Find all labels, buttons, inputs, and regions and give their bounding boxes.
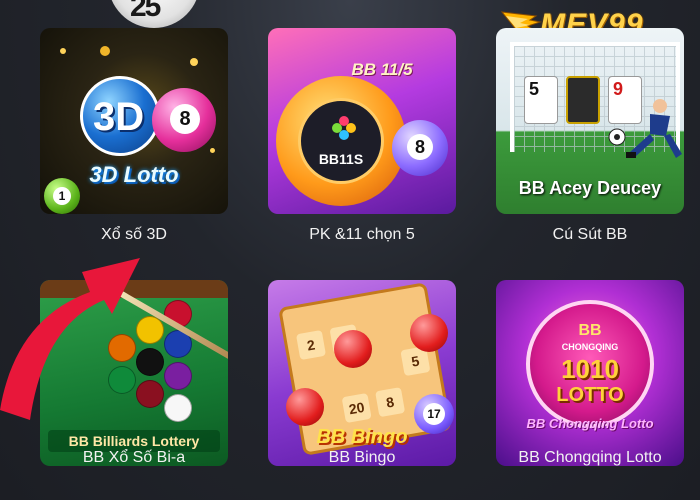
- lottery-ball-number: 25: [130, 0, 161, 23]
- red-star-ball: [286, 388, 324, 426]
- chongqing-badge: BB CHONGQING 1010 LOTTO: [526, 300, 654, 428]
- badge-bb-text: BB: [578, 322, 602, 339]
- red-star-ball: [334, 330, 372, 368]
- cue-ball: [164, 394, 192, 422]
- billiard-ball: [164, 362, 192, 390]
- tile-banner-text: 3D Lotto: [89, 162, 179, 187]
- sparkle-icon: [210, 148, 215, 153]
- tile-banner-text: BB Chongqing Lotto: [526, 416, 654, 431]
- soccer-player-icon: [626, 99, 682, 158]
- playing-card: 5: [524, 76, 558, 124]
- badge-lotto-text: LOTTO: [556, 384, 624, 406]
- tile-banner-text: BB 11/5: [351, 60, 413, 79]
- sparkle-icon: [60, 48, 66, 54]
- game-tile-chongqing-lotto[interactable]: BB CHONGQING 1010 LOTTO BB Chongqing Lot…: [496, 280, 684, 466]
- coin-icon: [100, 46, 110, 56]
- ball-number: 8: [170, 104, 200, 134]
- ball-number: 17: [423, 403, 445, 425]
- badge-city-text: CHONGQING: [561, 342, 619, 352]
- 3d-ball-image: 3D: [80, 76, 160, 156]
- game-label-chongqing-lotto[interactable]: BB Chongqing Lotto: [475, 449, 700, 467]
- game-tile-pk-11-5[interactable]: BB 11/5 BB11S 8: [268, 28, 456, 214]
- bingo-cell: 20: [341, 392, 372, 424]
- curved-arrow-icon: [0, 258, 140, 420]
- red-star-ball: [410, 314, 448, 352]
- ball-number: 8: [407, 134, 433, 160]
- sparkle-icon: [190, 58, 198, 66]
- orange-ball-image: BB11S: [276, 76, 406, 206]
- game-label-acey-deucey[interactable]: Cú Sút BB: [475, 226, 700, 244]
- pinwheel-icon: [332, 116, 356, 140]
- soccer-ball-icon: [608, 128, 626, 146]
- bingo-cell: 8: [375, 387, 406, 418]
- bingo-cell: 2: [295, 329, 327, 361]
- tile-banner-text: BB Acey Deucey: [518, 178, 662, 198]
- 3d-ball-text: 3D: [93, 95, 145, 139]
- ball-logo: BB11S: [298, 98, 384, 184]
- ball-logo-text: BB11S: [318, 151, 364, 167]
- ball-number: 1: [53, 187, 71, 205]
- card-value: 5: [529, 79, 540, 99]
- playing-card-back: [566, 76, 600, 124]
- game-tile-3d-lotto[interactable]: 3D 8 1 3D Lotto: [40, 28, 228, 214]
- game-tile-acey-deucey[interactable]: 5 9 BB Acey Deucey: [496, 28, 684, 214]
- lottery-ball-image: 25: [108, 0, 200, 28]
- game-label-pk-11-5[interactable]: PK &11 chọn 5: [247, 226, 477, 244]
- pink-ball-image: 8: [152, 88, 216, 152]
- purple-ball-image: 8: [392, 120, 448, 176]
- tile-banner-text: BB Bingo: [316, 426, 408, 448]
- game-lobby: 25 MEV99 3D 8 1 3D Lotto Xổ số 3D BB 11/…: [0, 0, 700, 500]
- game-label-bingo[interactable]: BB Bingo: [247, 449, 477, 467]
- game-tile-bingo[interactable]: 2 4 5 20 8 17 BB Bingo: [268, 280, 456, 466]
- badge-number-text: 1010: [561, 354, 619, 384]
- game-label-billiards-lottery[interactable]: BB Xổ Số Bi-a: [19, 449, 249, 467]
